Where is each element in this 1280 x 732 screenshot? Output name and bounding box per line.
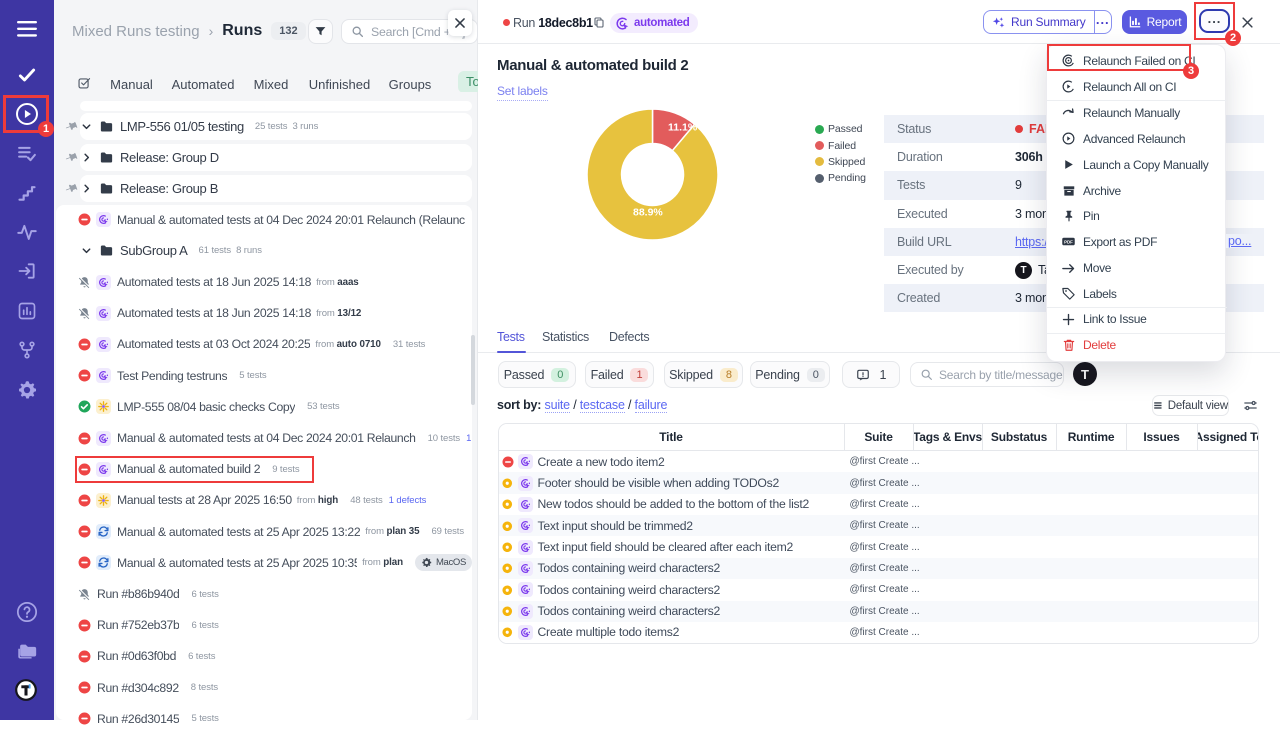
svg-text:PDF: PDF [1064,240,1073,245]
svg-text:88.9%: 88.9% [633,207,663,219]
svg-text:11.1%: 11.1% [668,122,698,134]
